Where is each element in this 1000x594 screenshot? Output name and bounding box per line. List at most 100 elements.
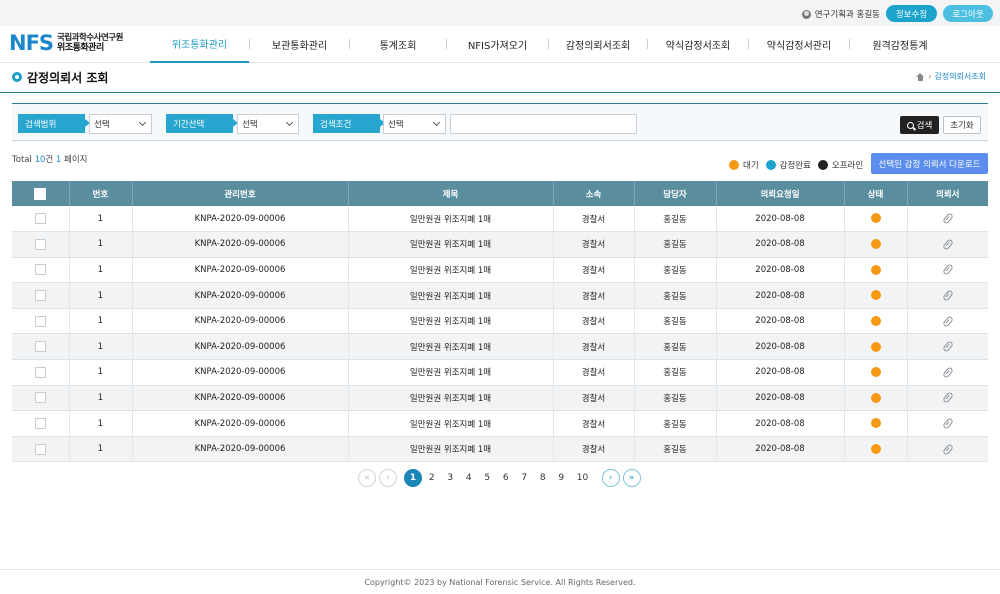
cell-title[interactable]: 일만원권 위조지폐 1매	[348, 308, 554, 335]
search-range-select[interactable]: 선택	[89, 114, 152, 134]
nav-item-remote-statistics[interactable]: 원격감정통계	[850, 26, 950, 63]
cell-org: 경찰서	[553, 231, 635, 258]
page-number[interactable]: 1	[404, 469, 422, 487]
col-status[interactable]: 상태	[844, 181, 908, 206]
col-number[interactable]: 번호	[69, 181, 133, 206]
row-checkbox[interactable]	[34, 213, 46, 225]
nav-item-counterfeit[interactable]: 위조통화관리	[150, 26, 249, 63]
cell-manage-id[interactable]: KNPA-2020-09-00006	[132, 282, 349, 309]
cell-manage-id[interactable]: KNPA-2020-09-00006	[132, 257, 349, 284]
cell-attachment	[907, 257, 988, 284]
table-row[interactable]: 1 KNPA-2020-09-00006 일만원권 위조지폐 1매 경찰서 홍길동 202…	[12, 257, 988, 284]
status-waiting-dot-icon	[870, 290, 881, 301]
cell-title[interactable]: 일만원권 위조지폐 1매	[348, 385, 554, 412]
col-manager[interactable]: 담당자	[634, 181, 717, 206]
table-row[interactable]: 1 KNPA-2020-09-00006 일만원권 위조지폐 1매 경찰서 홍길동 202…	[12, 231, 988, 258]
row-checkbox[interactable]	[34, 238, 46, 250]
cell-request-date: 2020-08-08	[716, 231, 845, 258]
search-keyword-input[interactable]	[450, 114, 637, 134]
search-button[interactable]: 검색	[900, 116, 939, 134]
row-checkbox[interactable]	[34, 341, 46, 353]
logout-button[interactable]: 로그아웃	[943, 5, 993, 22]
breadcrumb-current[interactable]: 감정의뢰서조회	[934, 71, 986, 82]
waiting-dot-icon	[729, 160, 739, 170]
table-row[interactable]: 1 KNPA-2020-09-00006 일만원권 위조지폐 1매 경찰서 홍길동 202…	[12, 333, 988, 361]
paperclip-icon[interactable]	[941, 238, 954, 251]
cell-manage-id[interactable]: KNPA-2020-09-00006	[132, 436, 349, 463]
col-attachment[interactable]: 의뢰서	[907, 181, 988, 206]
cell-title[interactable]: 일만원권 위조지폐 1매	[348, 436, 554, 463]
summary-prefix: Total	[12, 155, 32, 165]
paperclip-icon[interactable]	[941, 263, 954, 277]
paperclip-icon[interactable]	[941, 366, 954, 379]
page-number[interactable]: 7	[515, 473, 534, 483]
nav-item-summary-search[interactable]: 약식감정서조회	[648, 26, 748, 63]
col-request-date[interactable]: 의뢰요청일	[716, 181, 845, 206]
edit-profile-button[interactable]: 정보수정	[886, 5, 937, 22]
chevron-down-icon	[138, 118, 147, 127]
row-checkbox[interactable]	[34, 290, 46, 302]
row-checkbox[interactable]	[34, 315, 46, 327]
paperclip-icon[interactable]	[941, 391, 954, 405]
col-org[interactable]: 소속	[553, 181, 635, 206]
page-number[interactable]: 2	[423, 473, 442, 483]
cell-manage-id[interactable]: KNPA-2020-09-00006	[132, 385, 349, 412]
home-icon[interactable]	[916, 72, 925, 81]
select-all-checkbox[interactable]	[34, 187, 47, 200]
cell-manage-id[interactable]: KNPA-2020-09-00006	[132, 206, 349, 233]
page-number[interactable]: 6	[497, 473, 516, 483]
condition-select[interactable]: 선택	[383, 114, 446, 134]
cell-title[interactable]: 일만원권 위조지폐 1매	[348, 206, 554, 233]
table-row[interactable]: 1 KNPA-2020-09-00006 일만원권 위조지폐 1매 경찰서 홍길동 202…	[12, 206, 988, 233]
cell-title[interactable]: 일만원권 위조지폐 1매	[348, 410, 554, 437]
row-checkbox[interactable]	[34, 418, 46, 430]
cell-manage-id[interactable]: KNPA-2020-09-00006	[132, 308, 349, 335]
table-row[interactable]: 1 KNPA-2020-09-00006 일만원권 위조지폐 1매 경찰서 홍길동 202…	[12, 359, 988, 386]
last-page-button[interactable]: »	[622, 469, 641, 487]
cell-manage-id[interactable]: KNPA-2020-09-00006	[132, 359, 349, 386]
paperclip-icon[interactable]	[941, 315, 954, 328]
table-row[interactable]: 1 KNPA-2020-09-00006 일만원권 위조지폐 1매 경찰서 홍길동 202…	[12, 436, 988, 463]
paperclip-icon[interactable]	[941, 417, 954, 430]
nav-item-request-search[interactable]: 감정의뢰서조회	[549, 26, 647, 63]
next-page-button[interactable]: ›	[601, 469, 620, 487]
cell-title[interactable]: 일만원권 위조지폐 1매	[348, 359, 554, 386]
nav-item-statistics[interactable]: 통계조회	[350, 26, 446, 63]
col-manage-id[interactable]: 관리번호	[132, 181, 349, 206]
page-number[interactable]: 5	[478, 473, 497, 483]
row-checkbox[interactable]	[34, 443, 46, 455]
cell-manage-id[interactable]: KNPA-2020-09-00006	[132, 333, 349, 361]
page-number[interactable]: 10	[571, 473, 595, 483]
table-row[interactable]: 1 KNPA-2020-09-00006 일만원권 위조지폐 1매 경찰서 홍길동 202…	[12, 385, 988, 412]
page-number[interactable]: 9	[552, 473, 571, 483]
row-checkbox[interactable]	[34, 366, 46, 378]
nav-item-storage[interactable]: 보관통화관리	[250, 26, 349, 63]
paperclip-icon[interactable]	[941, 289, 954, 302]
first-page-button[interactable]: «	[358, 469, 376, 487]
table-row[interactable]: 1 KNPA-2020-09-00006 일만원권 위조지폐 1매 경찰서 홍길동 202…	[12, 308, 988, 335]
paperclip-icon[interactable]	[941, 340, 954, 353]
cell-title[interactable]: 일만원권 위조지폐 1매	[348, 231, 554, 258]
paperclip-icon[interactable]	[941, 212, 954, 225]
cell-manage-id[interactable]: KNPA-2020-09-00006	[132, 410, 349, 437]
page-number[interactable]: 4	[460, 473, 479, 483]
nav-item-summary-manage[interactable]: 약식감정서관리	[749, 26, 849, 63]
logo[interactable]: NFS 국립과학수사연구원 위조통화관리	[9, 32, 123, 54]
nav-item-nfis-import[interactable]: NFIS가져오기	[447, 26, 548, 63]
paperclip-icon[interactable]	[941, 442, 954, 456]
page-number[interactable]: 8	[534, 473, 553, 483]
col-title[interactable]: 제목	[348, 181, 554, 206]
cell-title[interactable]: 일만원권 위조지폐 1매	[348, 333, 554, 361]
table-row[interactable]: 1 KNPA-2020-09-00006 일만원권 위조지폐 1매 경찰서 홍길동 202…	[12, 282, 988, 309]
page-number[interactable]: 3	[441, 473, 460, 483]
table-row[interactable]: 1 KNPA-2020-09-00006 일만원권 위조지폐 1매 경찰서 홍길동 202…	[12, 410, 988, 437]
cell-manage-id[interactable]: KNPA-2020-09-00006	[132, 231, 349, 258]
prev-page-button[interactable]: ‹	[379, 469, 397, 487]
cell-title[interactable]: 일만원권 위조지폐 1매	[348, 282, 554, 309]
reset-button[interactable]: 초기화	[943, 116, 981, 134]
row-checkbox[interactable]	[34, 264, 46, 276]
download-selected-button[interactable]: 선택된 감정 의뢰서 다운로드	[871, 153, 988, 174]
period-select[interactable]: 선택	[237, 114, 299, 134]
row-checkbox[interactable]	[34, 392, 46, 404]
cell-title[interactable]: 일만원권 위조지폐 1매	[348, 257, 554, 284]
